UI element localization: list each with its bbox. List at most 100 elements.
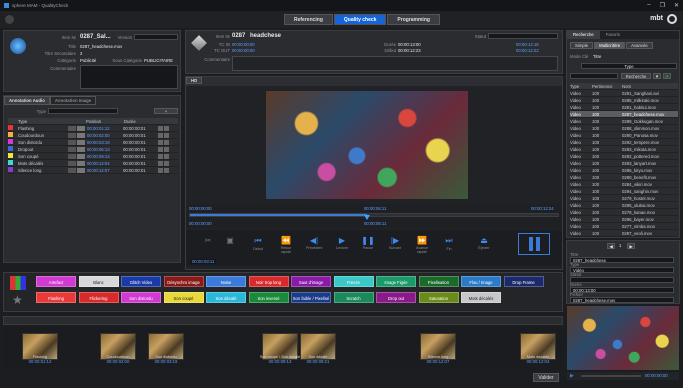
tag-button[interactable]: Saut d'image <box>291 276 331 287</box>
tag-button[interactable]: Son inversé <box>248 292 289 303</box>
tag-button[interactable]: Son décalé <box>206 292 246 303</box>
result-row[interactable]: Video 100 0282_pottered.mov <box>570 153 678 160</box>
result-row[interactable]: Video 100 0289_Gokkugan.mov <box>570 118 678 125</box>
tag-button[interactable]: Noise <box>206 276 246 287</box>
tag-button[interactable]: Noir trop long <box>248 276 289 287</box>
video-frame[interactable] <box>266 91 468 199</box>
result-row[interactable]: Video 100 0281_habitui.mov <box>570 104 678 111</box>
play-button[interactable]: ▶ Lecture <box>334 236 350 250</box>
edit-icon[interactable] <box>68 139 76 145</box>
minimize-button[interactable]: – <box>647 2 650 9</box>
tag-button[interactable]: Flashing <box>36 292 76 303</box>
result-row[interactable]: Video 100 0277_nimba.mov <box>570 223 678 230</box>
lock-icon[interactable] <box>158 153 163 159</box>
tag-button[interactable]: Scratch <box>333 292 374 303</box>
lock-icon[interactable] <box>158 167 163 173</box>
next-frame-button[interactable]: |▶ Suivant <box>387 236 403 250</box>
tag-button[interactable]: Image Figée <box>376 276 416 287</box>
preview-thumbnail[interactable] <box>567 306 679 370</box>
type-filter-select[interactable] <box>48 108 118 114</box>
result-row[interactable]: Video 100 0287_headchese.mov <box>570 111 678 118</box>
delete-icon[interactable] <box>164 146 169 152</box>
palette-star-icon[interactable]: ★ <box>12 293 23 307</box>
tab-annotation-audio[interactable]: Annotation Audio <box>4 96 50 105</box>
version-select[interactable] <box>134 34 178 40</box>
lock-icon[interactable] <box>158 139 163 145</box>
search-button[interactable]: Recherche <box>621 73 651 79</box>
annotation-row[interactable]: Son coupé 00:00:09:13 00:00:00:01 <box>8 153 178 160</box>
pause-button[interactable]: ❚❚ Pause <box>360 236 376 250</box>
add-annotation-button[interactable]: + <box>154 108 178 114</box>
tab-programming[interactable]: Programming <box>387 14 440 25</box>
tag-button[interactable]: Drop out <box>376 292 416 303</box>
result-row[interactable]: Video 100 0296_bayer.mov <box>570 216 678 223</box>
result-row[interactable]: Video 100 0279_hostel.mov <box>570 195 678 202</box>
tag-button[interactable]: Son distordu <box>121 292 161 303</box>
type-select[interactable]: Type <box>581 63 677 69</box>
cut-icon[interactable]: ✂ <box>200 236 216 245</box>
close-button[interactable]: ✕ <box>674 2 679 9</box>
edit-icon[interactable] <box>68 153 76 159</box>
maximize-button[interactable]: ❐ <box>660 2 665 9</box>
status-select[interactable] <box>488 33 558 39</box>
goto-end-button[interactable]: ⏭ Fin <box>441 236 457 251</box>
tag-button[interactable]: Freeze <box>333 276 374 287</box>
goto-icon[interactable] <box>77 153 85 159</box>
result-row[interactable]: Video 100 0293_lanyart.mov <box>570 160 678 167</box>
tab-quality-check[interactable]: Quality check <box>333 14 387 25</box>
tab-hd[interactable]: HD <box>186 77 203 84</box>
home-icon[interactable] <box>5 15 14 24</box>
annotation-row[interactable]: Mots décalés 00:00:12:04 00:00:00:01 <box>8 160 178 167</box>
result-row[interactable]: Video 100 0286_kiryu.mov <box>570 167 678 174</box>
annotation-row[interactable]: Son distordu 00:00:03:19 00:00:00:01 <box>8 139 178 146</box>
goto-icon[interactable] <box>77 125 85 131</box>
power-icon[interactable] <box>667 14 677 24</box>
tag-button[interactable]: Artefact <box>36 276 76 287</box>
result-row[interactable]: Video 100 0284_vikiri.mov <box>570 181 678 188</box>
edit-icon[interactable] <box>68 146 76 152</box>
result-row[interactable]: Video 100 0297_veoli.mov <box>570 230 678 237</box>
edit-icon[interactable] <box>68 167 76 173</box>
tag-button[interactable]: Son faible / Pixelisé <box>291 292 331 303</box>
fast-forward-button[interactable]: ⏩ Avance rapide <box>414 236 430 254</box>
tag-button[interactable]: Flickering <box>78 292 119 303</box>
result-row[interactable]: Video 100 0295_ulubai.mov <box>570 202 678 209</box>
rewind-button[interactable]: ⏪ Retour rapide <box>278 236 294 254</box>
annotation-row[interactable]: Silence long 00:00:12:07 00:00:00:01 <box>8 167 178 174</box>
detail-value[interactable]: 0287_headchese.mov <box>570 297 674 303</box>
refresh-icon[interactable]: ⟳ <box>663 73 671 79</box>
playhead-marker[interactable] <box>363 215 370 220</box>
goto-icon[interactable] <box>77 132 85 138</box>
goto-icon[interactable] <box>77 160 85 166</box>
annotation-row[interactable]: Flashing 00:00:01:12 00:00:00:01 <box>8 125 178 132</box>
edit-icon[interactable] <box>68 132 76 138</box>
annotation-row[interactable]: Dropout 00:00:06:13 00:00:00:01 <box>8 146 178 153</box>
result-row[interactable]: Video 100 0291_Sanghani.avi <box>570 90 678 97</box>
delete-icon[interactable] <box>164 153 169 159</box>
palette-grid-icon[interactable] <box>10 276 26 290</box>
tag-button[interactable]: Pixelisation <box>418 276 459 287</box>
preview-slider[interactable] <box>581 375 641 377</box>
goto-icon[interactable] <box>77 167 85 173</box>
tag-button[interactable]: Désynchro image <box>163 276 204 287</box>
comment-area[interactable] <box>232 56 558 71</box>
tag-button[interactable]: Glitch Video <box>121 276 161 287</box>
search-input[interactable] <box>570 73 618 79</box>
tab-search[interactable]: Recherche <box>567 31 600 39</box>
scrub-track[interactable] <box>189 213 559 217</box>
prev-frame-button[interactable]: ◀| Précédent <box>306 236 322 250</box>
snapshot-icon[interactable]: ▣ <box>222 236 238 245</box>
tab-favorites[interactable]: Favoris <box>600 31 626 39</box>
lock-icon[interactable] <box>158 132 163 138</box>
result-row[interactable]: Video 100 0288_slimmon.mov <box>570 125 678 132</box>
jog-timecode[interactable]: 00:00:03:11 <box>190 259 217 264</box>
delete-icon[interactable] <box>164 132 169 138</box>
tag-button[interactable]: Mots décalés <box>461 292 501 303</box>
edit-icon[interactable] <box>68 125 76 131</box>
lock-icon[interactable] <box>158 125 163 131</box>
tab-annotation-image[interactable]: Annotation Image <box>49 96 97 105</box>
filter-icon[interactable]: ▼ <box>653 73 661 79</box>
delete-icon[interactable] <box>164 160 169 166</box>
goto-icon[interactable] <box>77 139 85 145</box>
page-prev[interactable]: ◀ <box>607 243 615 249</box>
